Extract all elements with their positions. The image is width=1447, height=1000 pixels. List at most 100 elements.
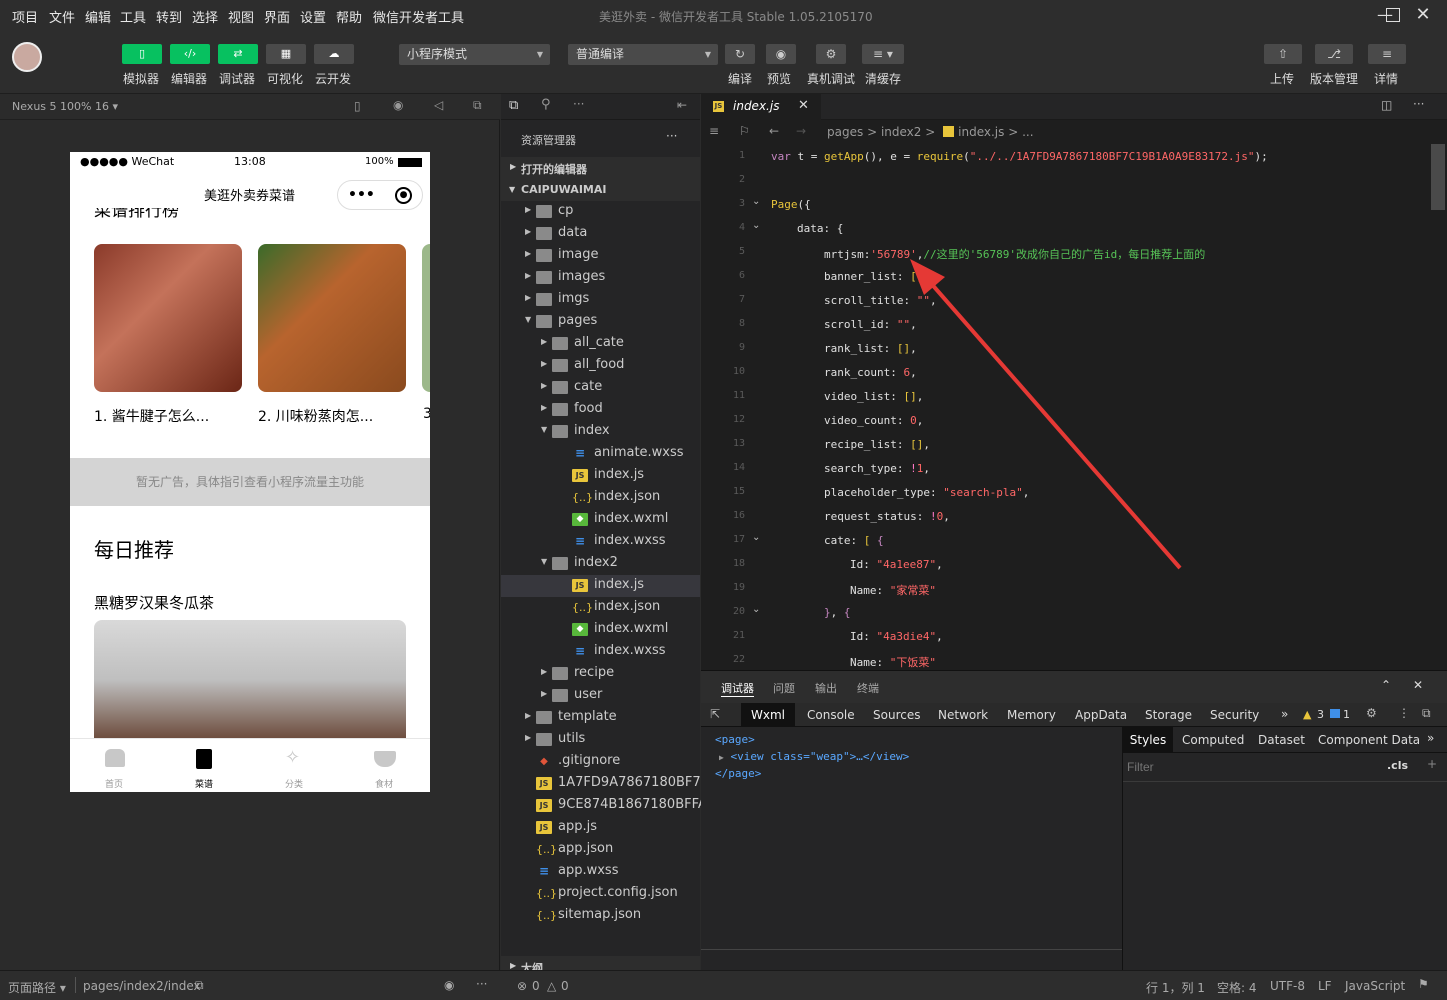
- cloud-dev-button[interactable]: ☁: [314, 44, 354, 64]
- tab-console[interactable]: Console: [807, 708, 855, 722]
- compile-icon[interactable]: ↻: [725, 44, 755, 64]
- more-icon[interactable]: ···: [476, 977, 487, 991]
- tree-item[interactable]: ▶ all_cate: [501, 333, 700, 355]
- eye-icon[interactable]: ◉: [444, 978, 454, 992]
- tab-styles[interactable]: Styles: [1123, 727, 1173, 753]
- close-panel-icon[interactable]: ✕: [1413, 678, 1423, 692]
- tree-item[interactable]: {..} app.json: [501, 839, 700, 861]
- recipe-card-label[interactable]: 2. 川味粉蒸肉怎...: [258, 406, 373, 426]
- category-icon[interactable]: ✧: [285, 749, 305, 769]
- tab-storage[interactable]: Storage: [1145, 708, 1192, 722]
- tree-item[interactable]: ▶ recipe: [501, 663, 700, 685]
- search-icon[interactable]: ⚲: [541, 97, 551, 112]
- menu-item[interactable]: 设置: [300, 7, 326, 26]
- tab-ingredients[interactable]: 食材: [375, 777, 393, 790]
- crumb-more[interactable]: ...: [1022, 125, 1033, 139]
- tree-item[interactable]: ≡ animate.wxss: [501, 443, 700, 465]
- tab-output[interactable]: 输出: [815, 680, 837, 696]
- back-icon[interactable]: ←: [769, 124, 779, 138]
- recipe-image[interactable]: [94, 620, 406, 740]
- tree-item[interactable]: ▼ pages: [501, 311, 700, 333]
- tab-wxml[interactable]: Wxml: [741, 703, 795, 727]
- record-icon[interactable]: ◉: [393, 98, 403, 112]
- preview-icon[interactable]: ◉: [766, 44, 796, 64]
- warning-status-count[interactable]: 0: [561, 979, 569, 993]
- bell-icon[interactable]: ⚑: [1418, 977, 1429, 991]
- tree-item[interactable]: {..} index.json: [501, 597, 700, 619]
- dom-node[interactable]: <page>: [715, 733, 755, 746]
- home-icon[interactable]: [105, 749, 125, 767]
- collapse-panel-icon[interactable]: ⇤: [677, 98, 687, 112]
- editor-tab[interactable]: JS index.js ✕: [701, 94, 821, 120]
- tree-item[interactable]: ▼ index: [501, 421, 700, 443]
- tree-item[interactable]: ◆ .gitignore: [501, 751, 700, 773]
- upload-icon[interactable]: ⇧: [1264, 44, 1302, 64]
- compile-select[interactable]: 普通编译 ▼: [568, 44, 718, 65]
- tab-network[interactable]: Network: [938, 708, 988, 722]
- editor-more-icon[interactable]: ···: [1413, 97, 1424, 111]
- fold-icon[interactable]: ⌄: [752, 532, 760, 543]
- tab-sources[interactable]: Sources: [873, 708, 920, 722]
- fold-icon[interactable]: ⌄: [752, 196, 760, 207]
- capsule-menu[interactable]: ••• ●: [337, 180, 423, 210]
- device-select[interactable]: Nexus 5 100% 16 ▾: [12, 100, 118, 113]
- tab-problems[interactable]: 问题: [773, 680, 795, 696]
- files-icon[interactable]: ⧉: [509, 98, 518, 113]
- open-editors-section[interactable]: ▶ 打开的编辑器: [501, 157, 700, 179]
- tree-item[interactable]: ≡ app.wxss: [501, 861, 700, 883]
- more-tabs-icon[interactable]: »: [1281, 707, 1288, 721]
- close-icon[interactable]: ✕: [1410, 4, 1436, 26]
- close-tab-icon[interactable]: ✕: [798, 98, 809, 113]
- kebab-icon[interactable]: ⋮: [1398, 706, 1410, 720]
- menu-item[interactable]: 转到: [156, 7, 182, 26]
- menu-item[interactable]: 编辑: [85, 7, 111, 26]
- add-rule-icon[interactable]: +: [1427, 757, 1437, 771]
- tree-item[interactable]: ▶ user: [501, 685, 700, 707]
- pot-icon[interactable]: [374, 751, 396, 767]
- tree-item[interactable]: ▶ images: [501, 267, 700, 289]
- tree-item[interactable]: JS 1A7FD9A7867180BF7C...: [501, 773, 722, 795]
- details-icon[interactable]: ≡: [1368, 44, 1406, 64]
- list-icon[interactable]: ≡: [709, 124, 719, 138]
- remote-debug-icon[interactable]: ⚙: [816, 44, 846, 64]
- split-editor-icon[interactable]: ◫: [1381, 98, 1392, 112]
- tab-memory[interactable]: Memory: [1007, 708, 1056, 722]
- chevron-up-icon[interactable]: ⌃: [1381, 678, 1391, 692]
- recipe-card-label[interactable]: 3: [423, 406, 430, 422]
- tree-item[interactable]: ▶ all_food: [501, 355, 700, 377]
- copy-icon[interactable]: ⧉: [195, 978, 204, 993]
- styles-filter-input[interactable]: [1127, 757, 1377, 777]
- warning-count[interactable]: 3: [1317, 708, 1324, 721]
- error-icon[interactable]: ⊗: [517, 979, 527, 993]
- bookmark-icon[interactable]: ⚐: [739, 124, 750, 138]
- cls-toggle[interactable]: .cls: [1387, 759, 1408, 772]
- project-section[interactable]: ▼ CAIPUWAIMAI: [501, 179, 700, 201]
- tab-appdata[interactable]: AppData: [1075, 708, 1127, 722]
- tree-item[interactable]: {..} project.config.json: [501, 883, 700, 905]
- cursor-position[interactable]: 行 1，列 1: [1146, 979, 1205, 996]
- menu-item[interactable]: 微信开发者工具: [373, 7, 464, 26]
- menu-item[interactable]: 视图: [228, 7, 254, 26]
- menu-item[interactable]: 界面: [264, 7, 290, 26]
- dom-node[interactable]: </page>: [715, 767, 761, 780]
- fold-icon[interactable]: ⌄: [752, 604, 760, 615]
- menu-item[interactable]: 文件: [49, 7, 75, 26]
- tree-item[interactable]: ◆ index.wxml: [501, 619, 700, 641]
- tree-item[interactable]: ▶ utils: [501, 729, 700, 751]
- tree-item[interactable]: ≡ index.wxss: [501, 641, 700, 663]
- menu-item[interactable]: 工具: [120, 7, 146, 26]
- recipe-card-image[interactable]: [422, 244, 430, 392]
- gear-icon[interactable]: ⚙: [1366, 706, 1377, 720]
- forward-icon[interactable]: →: [796, 124, 806, 138]
- more-icon[interactable]: ···: [573, 97, 584, 111]
- page-path[interactable]: pages/index2/index: [83, 979, 201, 993]
- tree-item[interactable]: ▶ imgs: [501, 289, 700, 311]
- warning-status-icon[interactable]: △: [547, 979, 556, 993]
- tree-item[interactable]: JS index.js: [501, 575, 700, 597]
- tree-item[interactable]: ▶ cate: [501, 377, 700, 399]
- tree-item[interactable]: ▶ food: [501, 399, 700, 421]
- tree-item[interactable]: ▶ template: [501, 707, 700, 729]
- crumb-index2[interactable]: index2: [881, 125, 921, 139]
- crumb-file[interactable]: index.js: [958, 125, 1004, 139]
- close-mini-icon[interactable]: ●: [395, 187, 412, 204]
